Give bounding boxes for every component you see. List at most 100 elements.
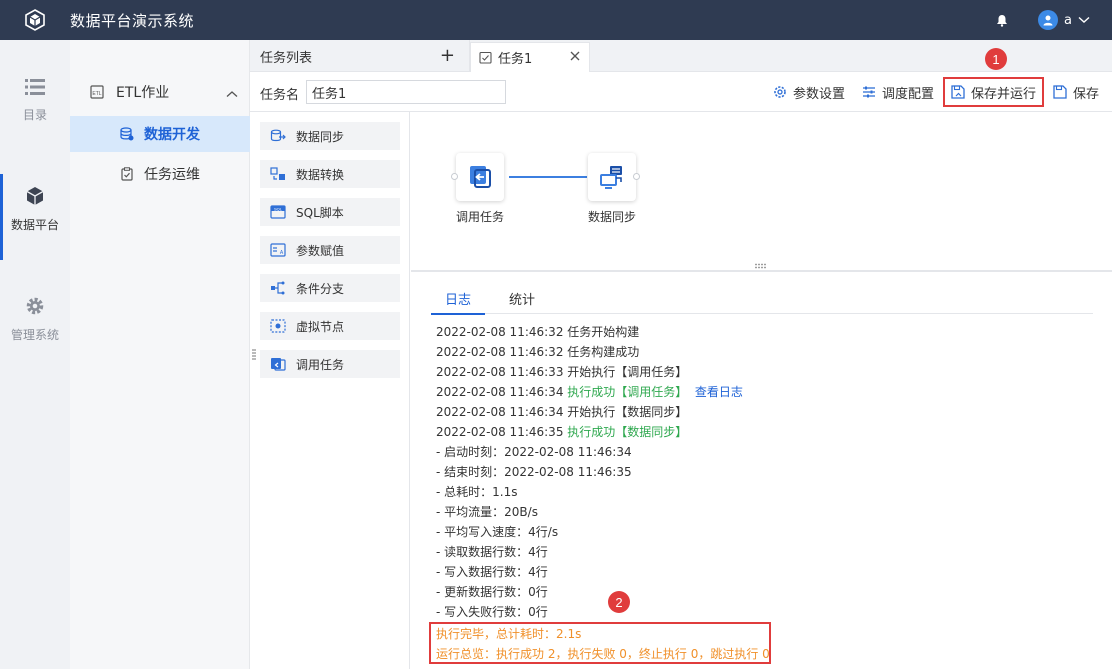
- plus-icon[interactable]: +: [440, 47, 455, 65]
- component-virtual-node[interactable]: 虚拟节点: [260, 312, 400, 340]
- component-data-transform[interactable]: 数据转换: [260, 160, 400, 188]
- log-line: - 写入数据行数：4行: [436, 565, 548, 579]
- panel-resize-handle[interactable]: [252, 348, 256, 362]
- data-sync-icon: [270, 129, 286, 142]
- top-bar: 数据平台演示系统 a: [0, 0, 1112, 40]
- cube-icon: [26, 187, 44, 205]
- tab-task-list[interactable]: 任务列表 +: [250, 40, 470, 72]
- log-line: - 读取数据行数：4行: [436, 545, 548, 559]
- svg-text:ETL: ETL: [92, 91, 101, 97]
- view-log-link[interactable]: 查看日志: [695, 385, 743, 399]
- nav-item-catalog[interactable]: 目录: [0, 78, 70, 123]
- summary-line: 执行完毕，总计耗时：2.1s: [436, 627, 582, 641]
- component-label: SQL脚本: [296, 205, 344, 220]
- component-data-sync[interactable]: 数据同步: [260, 122, 400, 150]
- log-line: - 启动时刻：2022-02-08 11:46:34: [436, 445, 632, 459]
- clipboard-check-icon: [121, 167, 133, 181]
- component-panel: 数据同步 数据转换 SQL SQL脚本 A 参数赋值 条件分支 虚拟节点 调用任…: [250, 112, 410, 669]
- component-sql-script[interactable]: SQL SQL脚本: [260, 198, 400, 226]
- nav-label: 数据平台: [10, 218, 59, 232]
- subnav-item-label: 数据开发: [144, 127, 200, 143]
- sql-icon: SQL: [270, 205, 286, 219]
- log-line: 2022-02-08 11:46:34 执行成功【调用任务】 查看日志: [436, 382, 1096, 402]
- splitter-grip-icon[interactable]: [754, 263, 768, 269]
- flow-node-label: 数据同步: [587, 210, 636, 224]
- close-icon[interactable]: [569, 50, 581, 66]
- svg-text:SQL: SQL: [274, 206, 283, 211]
- flow-node-label: 调用任务: [455, 210, 504, 224]
- flow-node-data-sync[interactable]: [588, 153, 636, 201]
- flow-canvas[interactable]: 调用任务 数据同步: [411, 112, 1112, 270]
- chevron-down-icon[interactable]: [1078, 16, 1090, 24]
- secondary-nav: ETL ETL作业 数据开发 任务运维: [70, 40, 250, 669]
- subnav-item-data-dev[interactable]: 数据开发: [70, 116, 250, 152]
- tab-task-1[interactable]: 任务1: [470, 42, 590, 72]
- node-input-port[interactable]: [451, 173, 458, 180]
- call-task-icon: [470, 166, 491, 188]
- save-icon: [1053, 85, 1067, 99]
- component-call-task[interactable]: 调用任务: [260, 350, 400, 378]
- component-param-assign[interactable]: A 参数赋值: [260, 236, 400, 264]
- flow-node-call-task[interactable]: [456, 153, 504, 201]
- component-label: 条件分支: [296, 281, 345, 296]
- user-name[interactable]: a: [1064, 13, 1072, 28]
- log-line: 2022-02-08 11:46:32 任务构建成功: [436, 345, 640, 359]
- sliders-icon: [863, 86, 875, 98]
- subnav-group-label: ETL作业: [116, 85, 170, 101]
- settings-icon: [774, 86, 786, 98]
- subnav-item-label: 任务运维: [144, 167, 200, 183]
- component-label: 虚拟节点: [296, 319, 345, 334]
- nav-item-admin[interactable]: 管理系统: [0, 296, 70, 343]
- tab-stats[interactable]: 统计: [499, 282, 545, 314]
- log-panel: 日志 统计 2022-02-08 11:46:32 任务开始构建 2022-02…: [411, 272, 1112, 669]
- log-timestamp: 2022-02-08 11:46:34: [436, 385, 568, 399]
- component-label: 数据同步: [296, 129, 345, 144]
- chevron-up-icon[interactable]: [226, 86, 238, 102]
- nav-item-data-platform[interactable]: 数据平台: [0, 174, 70, 260]
- param-settings-button[interactable]: 参数设置: [773, 78, 845, 106]
- list-icon: [25, 79, 45, 95]
- button-label: 调度配置: [882, 86, 935, 102]
- data-transform-icon: [270, 167, 285, 180]
- nav-label: 目录: [22, 108, 47, 122]
- log-line: 2022-02-08 11:46:33 开始执行【调用任务】: [436, 365, 688, 379]
- save-and-run-button[interactable]: 保存并运行: [943, 77, 1045, 107]
- task-name-input[interactable]: [306, 80, 506, 104]
- tab-log[interactable]: 日志: [431, 282, 485, 315]
- primary-nav: 目录 数据平台 管理系统: [0, 40, 70, 669]
- log-line: - 结束时刻：2022-02-08 11:46:35: [436, 465, 632, 479]
- subnav-item-task-ops[interactable]: 任务运维: [70, 156, 250, 192]
- database-icon: [120, 127, 134, 141]
- param-assign-icon: A: [270, 243, 286, 257]
- component-label: 数据转换: [296, 167, 345, 182]
- log-line: - 更新数据行数：0行: [436, 585, 548, 599]
- gear-icon: [26, 297, 44, 315]
- app-logo-icon[interactable]: [0, 0, 70, 40]
- task-name-label: 任务名: [260, 88, 300, 103]
- log-line: - 平均流量：20B/s: [436, 505, 538, 519]
- annotation-badge-1: 1: [985, 48, 1007, 70]
- svg-text:A: A: [280, 250, 284, 256]
- log-line: - 平均写入速度：4行/s: [436, 525, 559, 539]
- bell-icon[interactable]: [996, 14, 1008, 27]
- component-condition-branch[interactable]: 条件分支: [260, 274, 400, 302]
- component-label: 参数赋值: [296, 243, 345, 258]
- component-label: 调用任务: [296, 357, 345, 372]
- tab-label: 任务1: [498, 52, 533, 67]
- node-output-port[interactable]: [633, 173, 640, 180]
- button-label: 参数设置: [793, 86, 846, 102]
- save-run-icon: [951, 85, 965, 99]
- tab-bar: 任务列表 + 任务1: [250, 40, 1112, 72]
- nav-label: 管理系统: [10, 328, 59, 342]
- call-task-icon: [271, 358, 286, 371]
- task-icon: [479, 51, 492, 64]
- log-success-text: 执行成功【数据同步】: [567, 425, 688, 439]
- schedule-config-button[interactable]: 调度配置: [862, 78, 934, 106]
- log-line: 2022-02-08 11:46:35 执行成功【数据同步】: [436, 422, 1096, 442]
- branch-icon: [271, 281, 285, 295]
- flow-edge[interactable]: [509, 176, 587, 178]
- user-avatar[interactable]: [1038, 10, 1059, 30]
- save-button[interactable]: 保存: [1053, 78, 1099, 106]
- subnav-group-etl[interactable]: ETL ETL作业: [70, 74, 250, 110]
- log-success-text: 执行成功【调用任务】: [567, 385, 688, 399]
